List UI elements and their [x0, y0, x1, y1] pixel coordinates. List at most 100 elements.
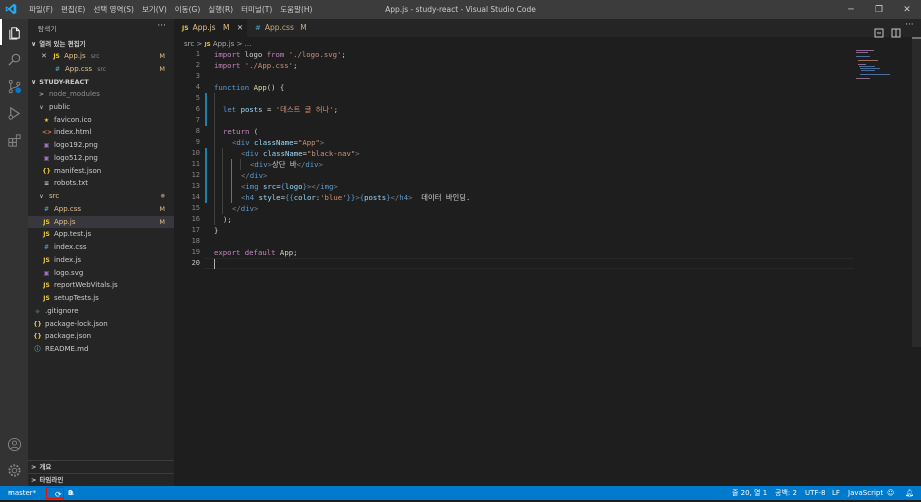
tree-item[interactable]: ∨ public [28, 101, 174, 114]
menu-view[interactable]: 보기(V) [138, 0, 171, 19]
line-number: 12 [191, 171, 200, 179]
code-line-15: </div> [232, 203, 258, 214]
tree-item[interactable]: ⓘ README.md [28, 343, 174, 356]
indent-guide [240, 159, 241, 170]
close-window-button[interactable]: ✕ [893, 0, 921, 19]
tab-label: App.js [192, 23, 216, 32]
breadcrumb-file[interactable]: App.js [213, 40, 235, 48]
manage-button[interactable] [0, 457, 28, 483]
tree-item[interactable]: ≡ robots.txt [28, 177, 174, 190]
open-editors-header[interactable]: ∨ 열려 있는 편집기 [28, 38, 174, 50]
indent-guide [222, 148, 223, 214]
tree-item-label: README.md [45, 345, 89, 353]
tree-item[interactable]: JS reportWebVitals.js [28, 279, 174, 292]
more-actions-icon[interactable]: ··· [905, 20, 914, 30]
menu-selection[interactable]: 선택 영역(S) [89, 0, 138, 19]
tab-app-js[interactable]: JS App.js M ✕ [174, 19, 246, 37]
token: img [320, 182, 334, 191]
info-icon: ⓘ [34, 346, 41, 353]
compare-changes-icon[interactable] [874, 23, 884, 38]
end-of-line[interactable]: LF [832, 486, 840, 500]
language-mode[interactable]: JavaScript [848, 486, 883, 500]
token: logo [285, 182, 303, 191]
tree-item[interactable]: {} package.json [28, 330, 174, 343]
cursor-position[interactable]: 줄 20, 열 1 [732, 486, 767, 500]
tree-item[interactable]: <> index.html [28, 126, 174, 139]
menu-terminal[interactable]: 터미널(T) [237, 0, 276, 19]
tree-item[interactable]: ◆ .gitignore [28, 305, 174, 318]
token: ></ [306, 182, 321, 191]
outline-header[interactable]: > 개요 [28, 460, 174, 473]
menu-go[interactable]: 이동(G) [171, 0, 204, 19]
minimap[interactable] [856, 49, 906, 79]
menu-help[interactable]: 도움말(H) [276, 0, 316, 19]
minimize-button[interactable]: ─ [837, 0, 865, 19]
menu-file[interactable]: 파일(F) [25, 0, 57, 19]
tab-app-css[interactable]: # App.css M [246, 19, 326, 37]
tree-item[interactable]: {} package-lock.json [28, 318, 174, 331]
split-editor-icon[interactable] [891, 23, 901, 38]
code-line-6: let posts = '데스트 글 허나'; [223, 104, 338, 115]
image-file-icon: ▣ [43, 142, 50, 149]
line-number: 8 [195, 127, 200, 135]
line-number: 19 [191, 248, 200, 256]
breadcrumb-symbol[interactable]: ... [245, 40, 252, 48]
token: posts [364, 193, 387, 202]
menu-edit[interactable]: 편집(E) [57, 0, 89, 19]
token: img [245, 182, 259, 191]
search-button[interactable] [0, 46, 28, 72]
line-number: 20 [191, 259, 200, 267]
tree-item[interactable]: # index.css [28, 241, 174, 254]
token: color [293, 193, 316, 202]
bell-icon[interactable]: 🔔︎ [905, 486, 914, 500]
indent-guide-active [231, 159, 232, 203]
css-file-icon: # [255, 24, 261, 32]
tree-item[interactable]: ∨ src ● [28, 190, 174, 203]
menu-bar: 파일(F) 편집(E) 선택 영역(S) 보기(V) 이동(G) 실행(R) 터… [25, 0, 316, 19]
timeline-header[interactable]: > 타임라인 [28, 473, 174, 486]
extensions-button[interactable] [0, 127, 28, 153]
tree-item[interactable]: ▣ logo.svg [28, 267, 174, 280]
tree-item[interactable]: JS setupTests.js [28, 292, 174, 305]
token: h4 [245, 193, 255, 202]
token: }} [346, 193, 356, 202]
feedback-icon[interactable]: ☺ [887, 486, 894, 500]
token: import [214, 61, 241, 70]
restore-button[interactable]: ❐ [865, 0, 893, 19]
code-line-1: import logo from './logo.svg'; [214, 49, 346, 60]
encoding[interactable]: UTF-8 [805, 486, 825, 500]
token: App [253, 83, 267, 92]
breadcrumb-src[interactable]: src [184, 40, 194, 48]
js-file-icon: JS [43, 256, 50, 264]
tree-item[interactable]: JS App.test.js [28, 228, 174, 241]
close-icon[interactable]: ✕ [237, 23, 243, 32]
close-icon[interactable]: ✕ [41, 52, 47, 60]
run-debug-button[interactable] [0, 100, 28, 126]
js-file-icon: JS [43, 231, 50, 239]
menu-run[interactable]: 실행(R) [204, 0, 237, 19]
open-editor-app-js[interactable]: ✕ JS App.js src M [28, 50, 174, 63]
token: let [223, 105, 237, 114]
tree-item[interactable]: JS index.js [28, 254, 174, 267]
tree-item[interactable]: ★ favicon.ico [28, 114, 174, 127]
more-actions-icon[interactable]: ··· [157, 21, 166, 31]
breadcrumb: src > JS App.js > ... [184, 40, 251, 48]
tree-item[interactable]: {} manifest.json [28, 165, 174, 178]
vertical-scrollbar[interactable] [912, 37, 921, 347]
token: </ [232, 204, 241, 213]
source-control-button[interactable] [0, 73, 28, 99]
open-editor-app-css[interactable]: # App.css src M [28, 63, 174, 76]
indentation[interactable]: 공백: 2 [775, 486, 797, 500]
tree-item[interactable]: > node_modules [28, 88, 174, 101]
accounts-button[interactable] [0, 431, 28, 457]
tree-item[interactable]: ▣ logo512.png [28, 152, 174, 165]
explorer-button[interactable] [0, 19, 28, 45]
tree-item-label: package-lock.json [45, 319, 108, 328]
extensions-icon [7, 133, 21, 147]
tree-item-label: logo512.png [54, 153, 98, 162]
tree-item[interactable]: ▣ logo192.png [28, 139, 174, 152]
tree-item[interactable]: # App.css M [28, 203, 174, 216]
sync-button[interactable]: ⟳ [46, 487, 64, 499]
project-header[interactable]: ∨ STUDY-REACT [28, 76, 174, 88]
tree-item[interactable]: JS App.js M [28, 215, 174, 229]
